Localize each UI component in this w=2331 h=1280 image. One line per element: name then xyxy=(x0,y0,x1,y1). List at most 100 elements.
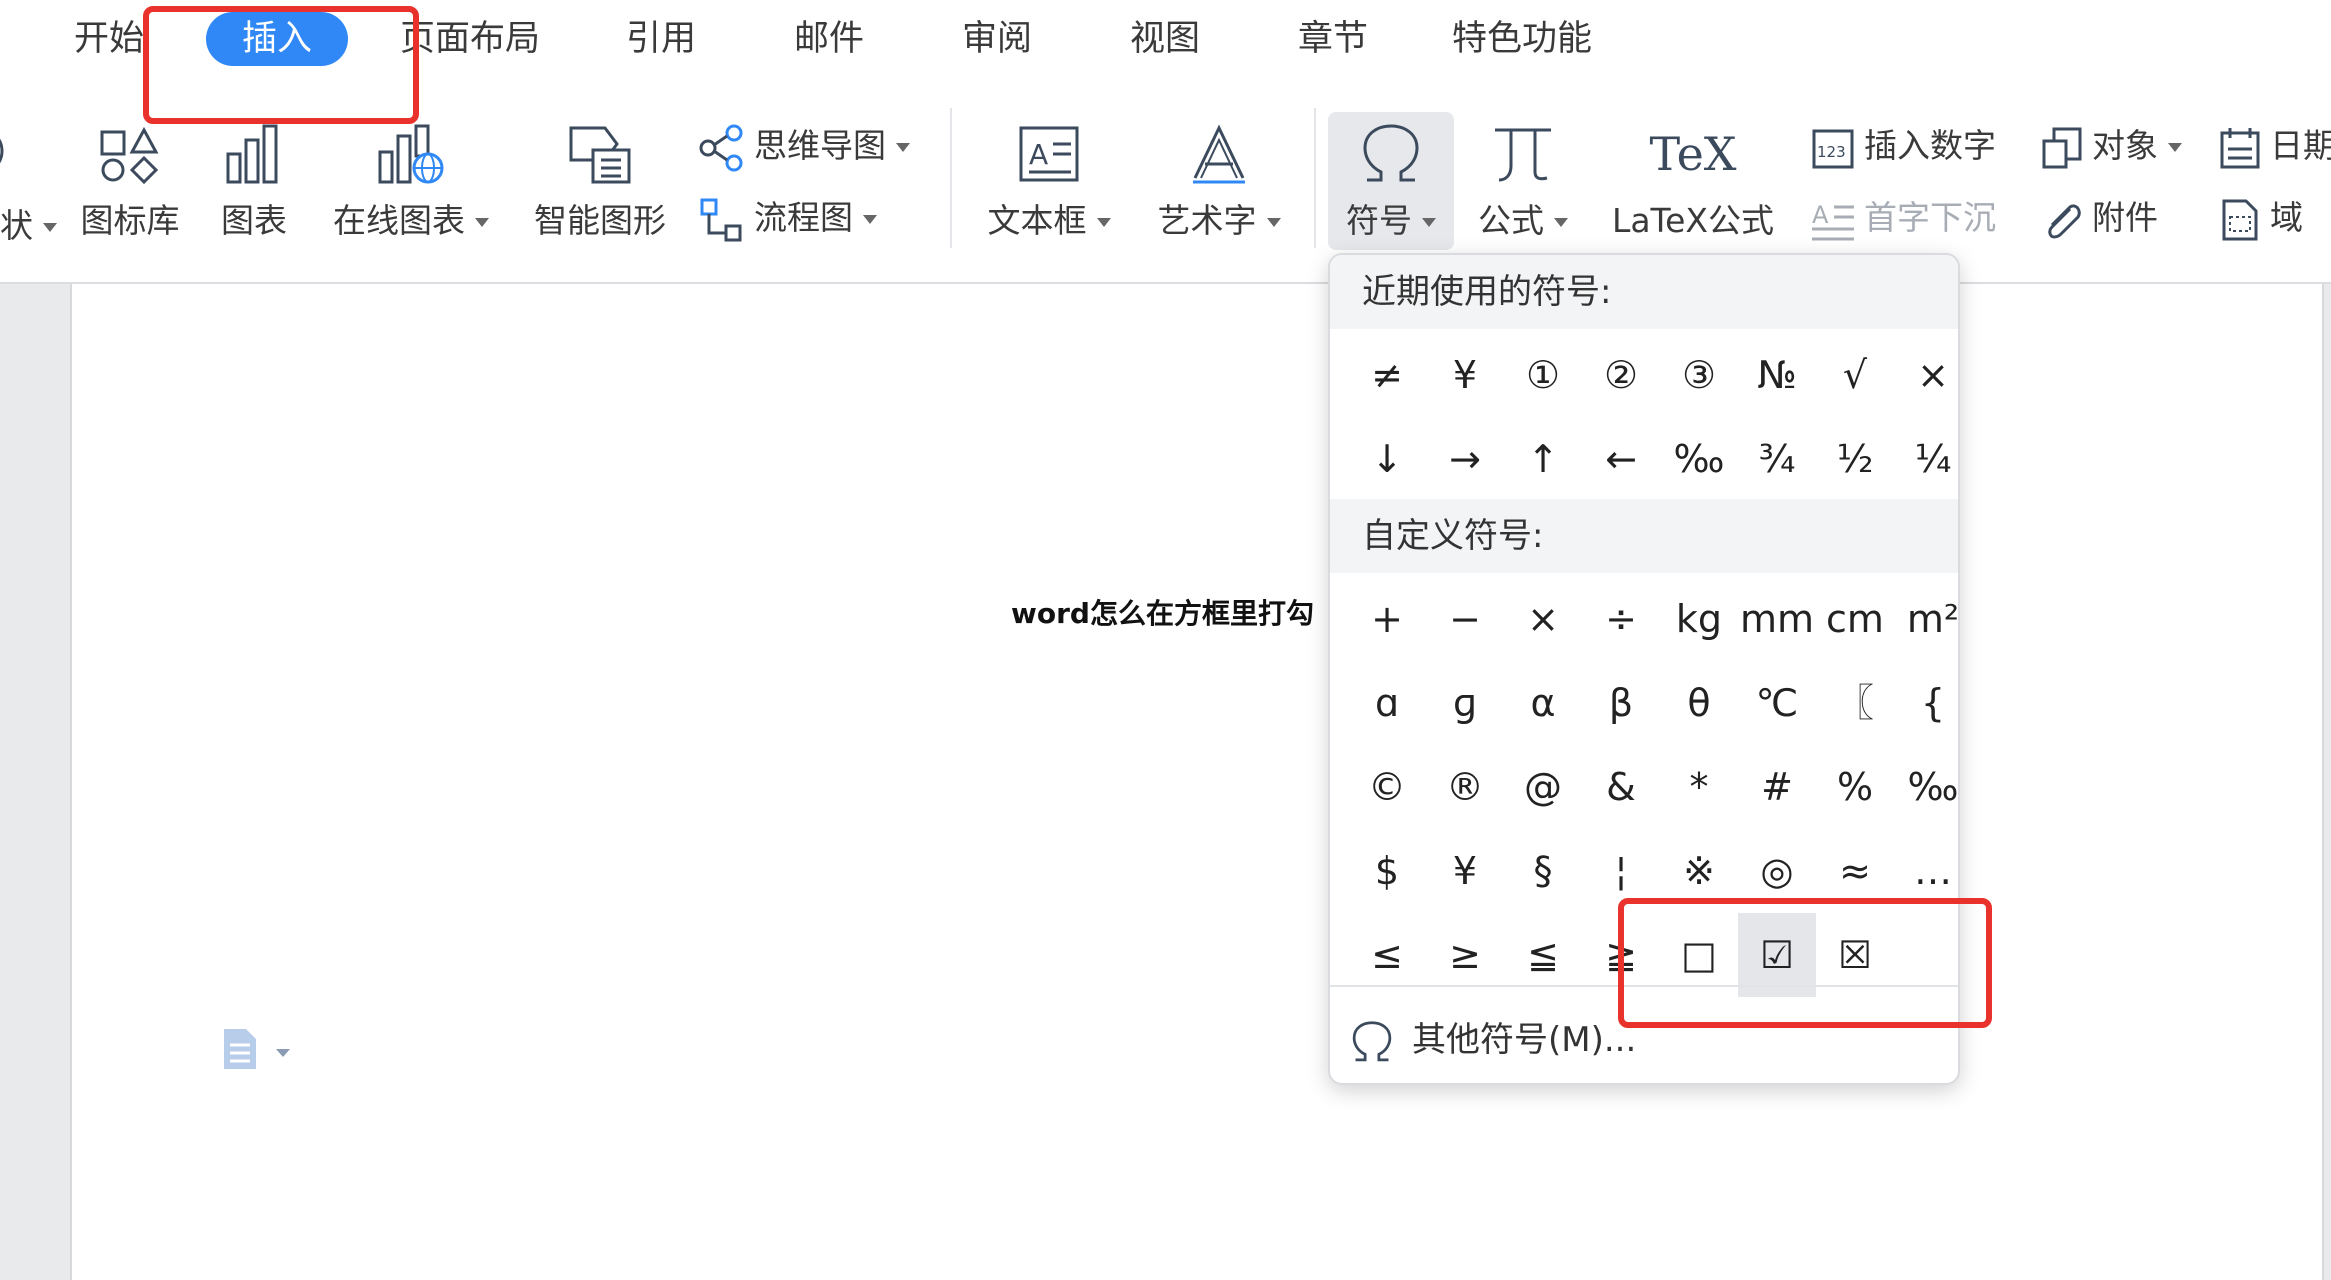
symbol-cell[interactable]: @ xyxy=(1504,745,1582,829)
symbol-cell[interactable]: ① xyxy=(1504,333,1582,417)
symbol-cell[interactable]: $ xyxy=(1348,829,1426,913)
symbol-cell[interactable]: ‰ xyxy=(1660,417,1738,501)
smart-shape-button[interactable]: 智能图形 xyxy=(530,122,670,242)
menu-page-layout[interactable]: 页面布局 xyxy=(400,12,540,66)
symbol-cell[interactable]: * xyxy=(1660,745,1738,829)
object-button[interactable]: 对象 xyxy=(2040,118,2182,174)
paste-options-button[interactable] xyxy=(222,1027,292,1075)
date-button[interactable]: 日期 xyxy=(2218,118,2331,174)
flowchart-button[interactable]: 流程图 xyxy=(698,190,877,246)
icon-library-icon xyxy=(100,126,159,185)
menu-special-features[interactable]: 特色功能 xyxy=(1452,12,1592,66)
checkbox-symbols-highlight xyxy=(1618,898,1992,1028)
recent-symbols-grid: ≠ ¥ ① ② ③ № √ × ↓ → ↑ ← ‰ ¾ ½ ¼ xyxy=(1348,333,1958,501)
word-art-button[interactable]: 艺术字 xyxy=(1150,122,1288,242)
attachment-button[interactable]: 附件 xyxy=(2040,190,2158,246)
omega-icon xyxy=(1363,124,1419,182)
field-icon xyxy=(2222,199,2258,240)
drop-cap-button[interactable]: A 首字下沉 xyxy=(1810,190,1996,246)
symbol-cell[interactable]: α xyxy=(1504,661,1582,745)
symbol-cell[interactable]: mm xyxy=(1738,577,1816,661)
symbol-cell[interactable]: ≠ xyxy=(1348,333,1426,417)
document-title: word怎么在方框里打勾 xyxy=(1011,597,1314,630)
flowchart-icon xyxy=(700,198,742,241)
symbol-cell[interactable]: × xyxy=(1504,577,1582,661)
symbol-cell[interactable]: ɡ xyxy=(1426,661,1504,745)
symbol-cell[interactable]: { xyxy=(1894,661,1958,745)
symbol-cell[interactable]: ↑ xyxy=(1504,417,1582,501)
symbol-cell[interactable]: ¾ xyxy=(1738,417,1816,501)
symbol-cell[interactable]: √ xyxy=(1816,333,1894,417)
icon-library-button[interactable]: 图标库 xyxy=(74,122,186,242)
symbol-cell[interactable]: β xyxy=(1582,661,1660,745)
symbol-cell[interactable]: ½ xyxy=(1816,417,1894,501)
menu-references[interactable]: 引用 xyxy=(626,12,696,66)
svg-text:123: 123 xyxy=(1817,143,1846,161)
symbol-cell[interactable]: ¥ xyxy=(1426,829,1504,913)
word-art-icon xyxy=(1193,124,1245,184)
more-symbols-button[interactable]: 其他符号(M)... xyxy=(1350,1005,1636,1075)
shape-icon xyxy=(0,138,4,164)
shapes-button[interactable] xyxy=(0,116,30,186)
text-box-icon: A xyxy=(1019,126,1079,182)
symbol-cell[interactable]: m² xyxy=(1894,577,1958,661)
ribbon-separator xyxy=(1314,108,1316,248)
symbol-cell[interactable]: ↓ xyxy=(1348,417,1426,501)
recent-symbols-header: 近期使用的符号: xyxy=(1330,255,1958,329)
symbol-cell[interactable]: ③ xyxy=(1660,333,1738,417)
symbol-cell[interactable]: ¼ xyxy=(1894,417,1958,501)
symbol-cell[interactable]: & xyxy=(1582,745,1660,829)
symbol-cell[interactable]: cm xyxy=(1816,577,1894,661)
symbol-cell[interactable]: ← xyxy=(1582,417,1660,501)
field-button[interactable]: 域 xyxy=(2218,190,2303,246)
calendar-icon xyxy=(2220,127,2260,168)
symbol-cell[interactable]: % xyxy=(1816,745,1894,829)
document-page[interactable] xyxy=(70,284,2324,1280)
symbol-cell[interactable]: kg xyxy=(1660,577,1738,661)
text-box-button[interactable]: A 文本框 xyxy=(980,122,1118,242)
omega-icon xyxy=(1352,1020,1392,1061)
svg-text:A: A xyxy=(1029,138,1048,171)
formula-button[interactable]: 公式 xyxy=(1468,122,1578,242)
symbol-button[interactable]: 符号 xyxy=(1328,122,1454,242)
mind-map-icon xyxy=(699,124,743,171)
menu-mailings[interactable]: 邮件 xyxy=(794,12,864,66)
symbol-cell[interactable]: № xyxy=(1738,333,1816,417)
symbol-cell[interactable]: # xyxy=(1738,745,1816,829)
symbol-cell[interactable]: © xyxy=(1348,745,1426,829)
symbol-cell[interactable]: + xyxy=(1348,577,1426,661)
paperclip-icon xyxy=(2048,204,2081,239)
custom-symbols-header: 自定义符号: xyxy=(1330,499,1958,573)
symbol-cell[interactable]: ¥ xyxy=(1426,333,1504,417)
menu-view[interactable]: 视图 xyxy=(1130,12,1200,66)
number-123-icon: 123 xyxy=(1812,129,1854,168)
symbol-cell[interactable]: → xyxy=(1426,417,1504,501)
symbol-cell[interactable]: ɑ xyxy=(1348,661,1426,745)
shapes-label[interactable]: 状 xyxy=(0,198,57,254)
smart-shape-icon xyxy=(569,126,631,184)
menu-section[interactable]: 章节 xyxy=(1298,12,1368,66)
symbol-cell[interactable]: ℃ xyxy=(1738,661,1816,745)
menu-review[interactable]: 审阅 xyxy=(962,12,1032,66)
mind-map-button[interactable]: 思维导图 xyxy=(698,118,910,174)
chart-button[interactable]: 图表 xyxy=(214,122,294,242)
tex-icon: TeX xyxy=(1649,127,1737,181)
symbol-cell[interactable]: ② xyxy=(1582,333,1660,417)
symbol-cell[interactable]: θ xyxy=(1660,661,1738,745)
symbol-cell[interactable]: ÷ xyxy=(1582,577,1660,661)
symbol-cell[interactable]: ® xyxy=(1426,745,1504,829)
symbol-cell[interactable]: § xyxy=(1504,829,1582,913)
paste-options-icon xyxy=(224,1029,290,1069)
svg-text:A: A xyxy=(1812,201,1829,229)
latex-formula-button[interactable]: TeX LaTeX公式 xyxy=(1604,122,1782,242)
insert-number-button[interactable]: 123 插入数字 xyxy=(1810,118,1996,174)
online-chart-button[interactable]: 在线图表 xyxy=(326,122,496,242)
menu-home[interactable]: 开始 xyxy=(74,12,144,66)
symbol-cell[interactable]: × xyxy=(1894,333,1958,417)
bar-chart-icon xyxy=(226,124,278,184)
pi-icon xyxy=(1495,128,1551,182)
symbol-cell[interactable]: 〖 xyxy=(1816,661,1894,745)
insert-tab-highlight xyxy=(143,6,419,124)
symbol-cell[interactable]: ‰ xyxy=(1894,745,1959,829)
symbol-cell[interactable]: − xyxy=(1426,577,1504,661)
